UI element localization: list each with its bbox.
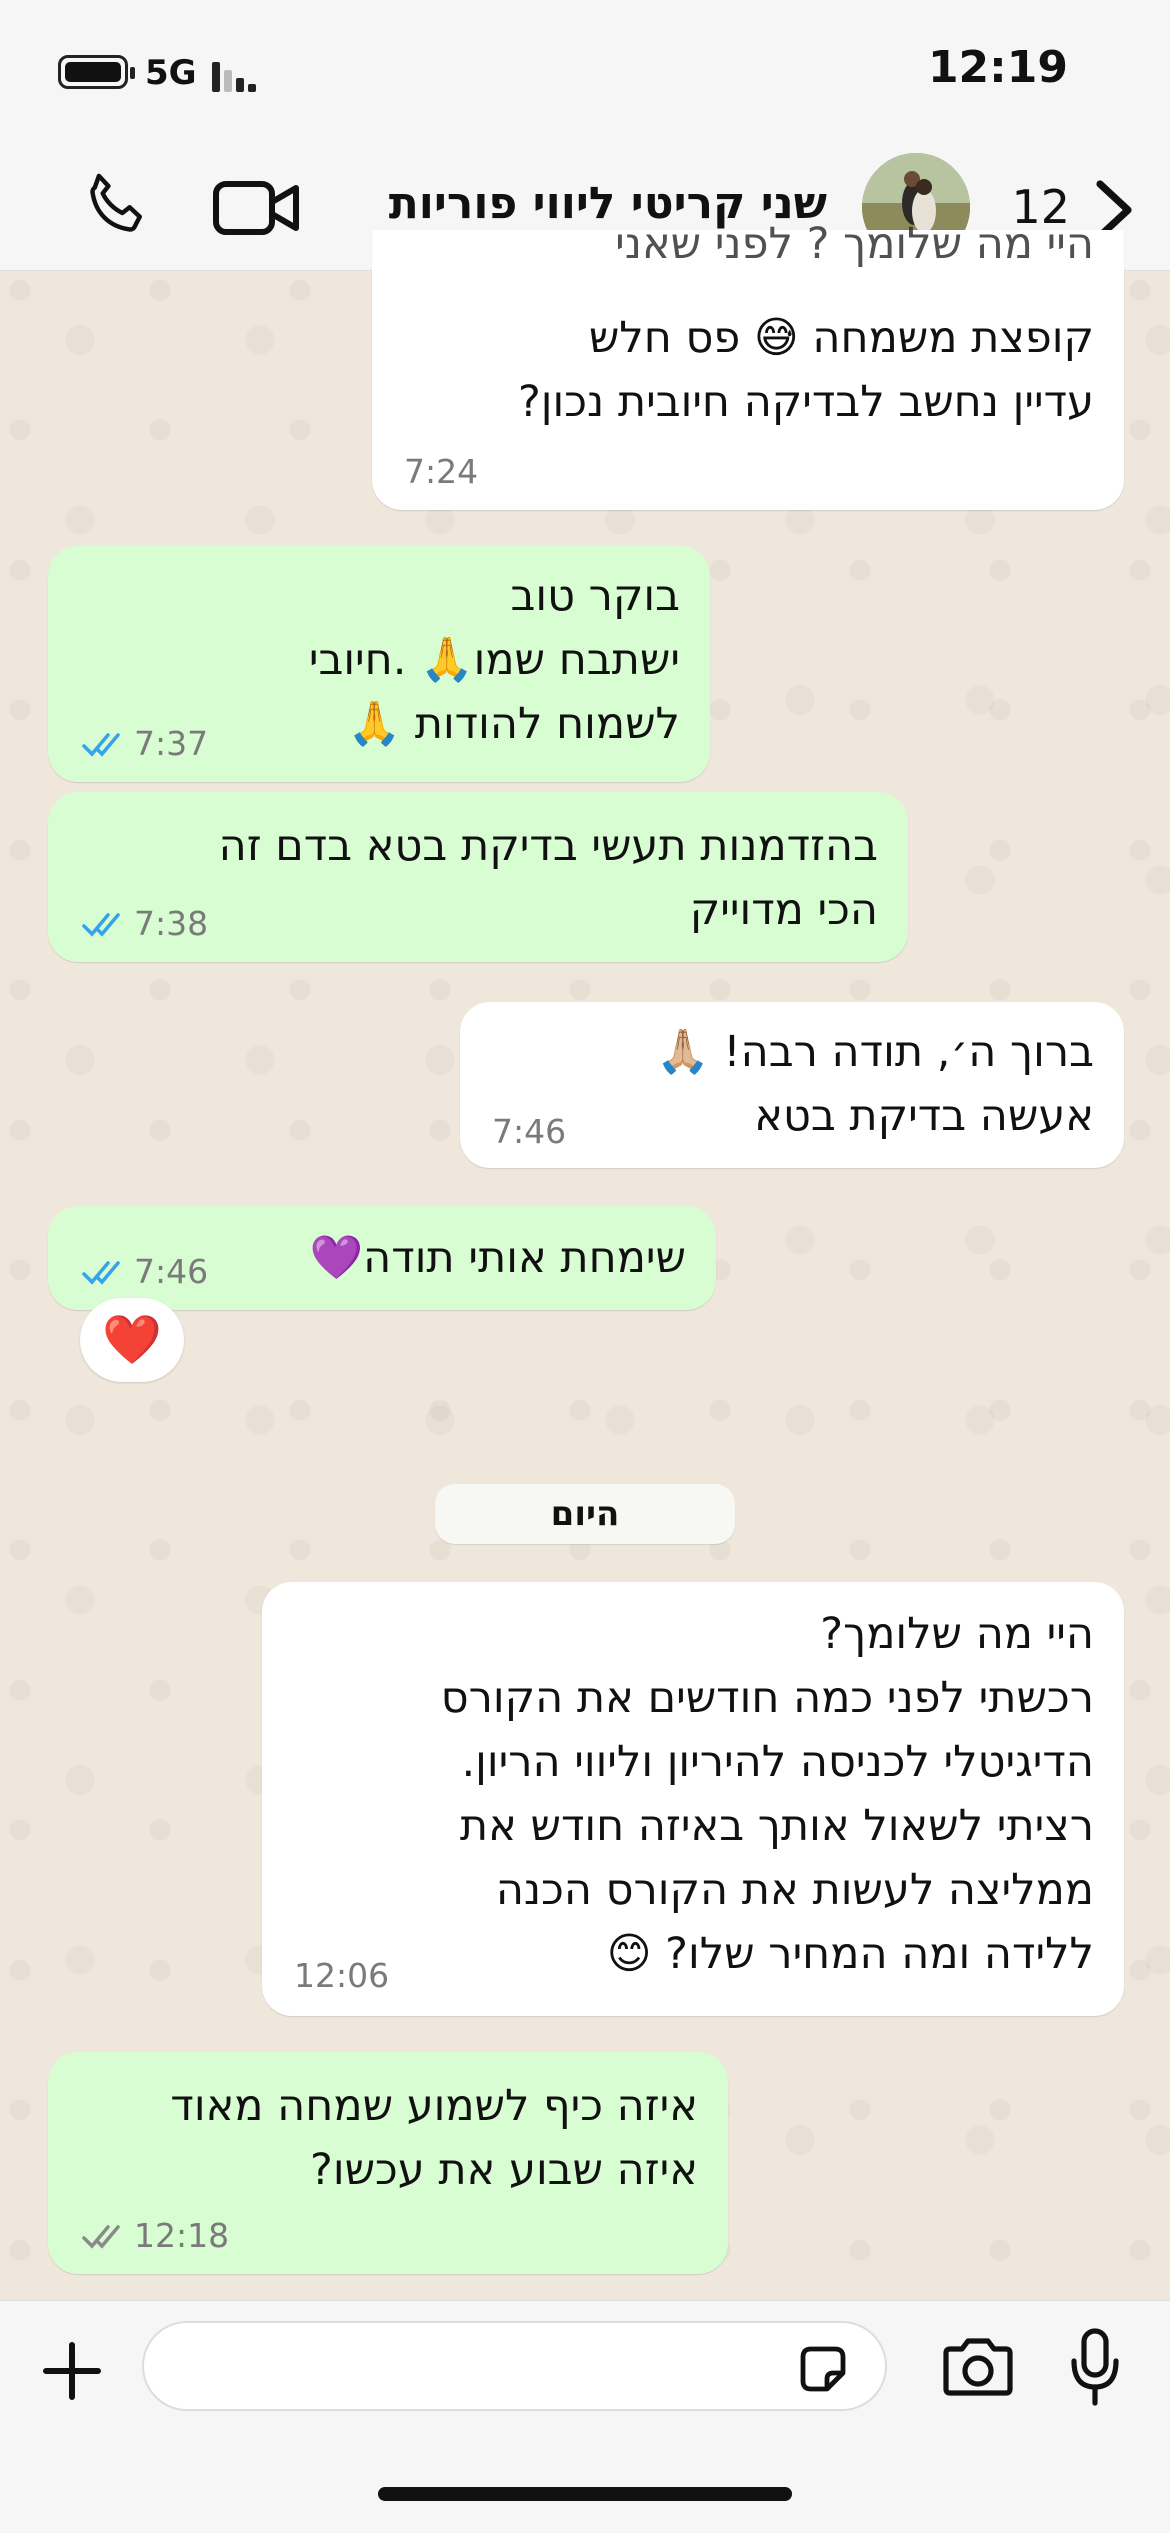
read-receipt-icon xyxy=(82,911,128,939)
home-indicator xyxy=(378,2487,792,2501)
read-receipt-icon xyxy=(82,1259,128,1287)
message-text: איזה כיף לשמוע שמחה מאוד איזה שבוע את עכ… xyxy=(170,2081,698,2195)
message-time: 12:18 xyxy=(82,2216,229,2255)
message-bubble-outgoing[interactable]: איזה כיף לשמוע שמחה מאוד איזה שבוע את עכ… xyxy=(48,2052,728,2274)
message-time-label: 12:18 xyxy=(134,2216,230,2255)
message-text: היי מה שלומך? רכשתי לפני כמה חודשים את ה… xyxy=(440,1609,1094,1979)
message-time-label: 7:46 xyxy=(134,1252,209,1291)
message-input[interactable] xyxy=(142,2321,887,2411)
message-text: שימחת אותי תודה💜 xyxy=(309,1233,686,1283)
message-text: קופצת משמחה 😅 פס חלש עדיין נחשב לבדיקה ח… xyxy=(517,313,1094,427)
date-separator: היום xyxy=(435,1484,735,1544)
message-text: ברוך ה׳, תודה רבה! 🙏🏼 אעשה בדיקת בטא xyxy=(656,1027,1094,1141)
message-time: 7:46 xyxy=(492,1112,567,1151)
message-text: בוקר טוב ישתבח שמו🙏 .חיובי לשמוח להודות … xyxy=(308,571,680,749)
message-partial-text: היי מה שלומך ? לפני שאני xyxy=(615,219,1094,269)
message-time-label: 7:38 xyxy=(134,904,209,943)
message-time: 7:24 xyxy=(404,452,479,491)
message-time-label: 7:37 xyxy=(134,724,209,763)
status-bar: 5G 12:19 xyxy=(0,0,1170,150)
battery-icon xyxy=(58,55,135,89)
phone-icon[interactable] xyxy=(78,168,154,244)
camera-icon[interactable] xyxy=(940,2335,1016,2399)
message-bubble-outgoing[interactable]: שימחת אותי תודה💜 7:46 xyxy=(48,1206,716,1310)
message-bubble-incoming[interactable]: היי מה שלומך? רכשתי לפני כמה חודשים את ה… xyxy=(262,1582,1124,2016)
message-time: 7:37 xyxy=(82,724,208,763)
message-bubble-outgoing[interactable]: בוקר טוב ישתבח שמו🙏 .חיובי לשמוח להודות … xyxy=(48,546,710,782)
microphone-icon[interactable] xyxy=(1068,2327,1122,2407)
message-bubble-incoming[interactable]: היי מה שלומך ? לפני שאני קופצת משמחה 😅 פ… xyxy=(372,219,1124,510)
message-text: בהזדמנות תעשי בדיקת בטא בדם זה הכי מדויי… xyxy=(218,821,878,935)
message-composer xyxy=(0,2300,1170,2533)
signal-icon xyxy=(212,60,272,92)
network-type: 5G xyxy=(145,53,197,93)
delivered-receipt-icon xyxy=(82,2223,128,2251)
message-bubble-incoming[interactable]: ברוך ה׳, תודה רבה! 🙏🏼 אעשה בדיקת בטא 7:4… xyxy=(460,1002,1124,1168)
message-time: 7:38 xyxy=(82,904,208,943)
video-camera-icon[interactable] xyxy=(210,172,302,242)
read-receipt-icon xyxy=(82,731,128,759)
plus-icon[interactable] xyxy=(38,2337,106,2405)
message-bubble-outgoing[interactable]: בהזדמנות תעשי בדיקת בטא בדם זה הכי מדויי… xyxy=(48,792,908,962)
message-time: 12:06 xyxy=(294,1956,390,1995)
message-time: 7:46 xyxy=(82,1252,208,1291)
sticker-icon[interactable] xyxy=(795,2341,851,2397)
heart-reaction-icon[interactable]: ❤️ xyxy=(80,1298,184,1382)
clock: 12:19 xyxy=(927,42,1068,93)
